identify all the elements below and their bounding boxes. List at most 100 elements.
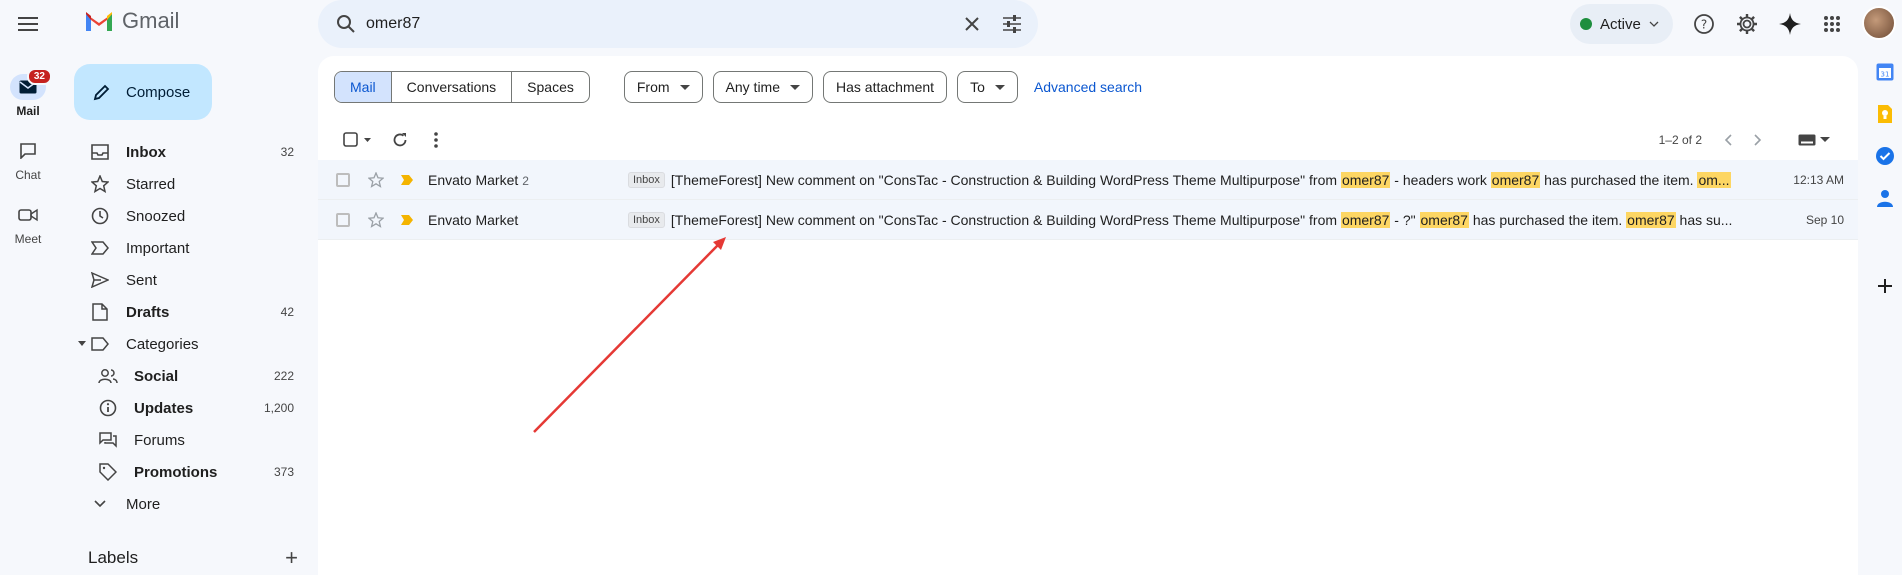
- star-icon: [91, 175, 109, 193]
- advanced-search-link[interactable]: Advanced search: [1034, 79, 1142, 95]
- search-input[interactable]: [366, 15, 952, 33]
- get-addons-button[interactable]: [1873, 274, 1897, 298]
- rail-chat-label: Chat: [15, 168, 41, 182]
- email-subject: [ThemeForest] New comment on "ConsTac - …: [670, 171, 1747, 188]
- sidebar-item-drafts[interactable]: Drafts 42: [62, 296, 312, 328]
- sidebar-item-sent[interactable]: Sent: [62, 264, 312, 296]
- sidebar-item-forums[interactable]: Forums: [62, 424, 312, 456]
- inbox-label-badge[interactable]: Inbox: [628, 211, 665, 228]
- select-all-button[interactable]: [334, 124, 382, 156]
- checkbox-dropdown-icon: [343, 132, 371, 147]
- caret-down-icon: [1820, 137, 1830, 142]
- add-label-button[interactable]: +: [285, 545, 298, 571]
- star-toggle[interactable]: [368, 171, 386, 188]
- sidebar-item-updates[interactable]: Updates 1,200: [62, 392, 312, 424]
- inbox-label-badge[interactable]: Inbox: [628, 171, 665, 188]
- filter-spaces[interactable]: Spaces: [512, 72, 589, 102]
- important-marker-icon: [401, 174, 413, 185]
- filter-to[interactable]: To: [957, 71, 1018, 103]
- sidebar-item-snoozed[interactable]: Snoozed: [62, 200, 312, 232]
- search-options-button[interactable]: [992, 4, 1032, 44]
- tasks-button[interactable]: [1873, 144, 1897, 168]
- sidebar-item-count: 1,200: [263, 401, 294, 415]
- gmail-logo[interactable]: Gmail: [84, 8, 179, 34]
- sidebar-item-categories[interactable]: Categories: [62, 328, 312, 360]
- calendar-button[interactable]: 31: [1873, 60, 1897, 84]
- help-button[interactable]: ?: [1690, 10, 1718, 38]
- sidebar-item-inbox[interactable]: Inbox 32: [62, 136, 312, 168]
- keep-icon: [1878, 105, 1892, 123]
- email-select-checkbox[interactable]: [336, 212, 350, 227]
- input-tools-button[interactable]: [1798, 134, 1830, 146]
- refresh-button[interactable]: [382, 124, 418, 156]
- more-actions-button[interactable]: [418, 124, 454, 156]
- thread-count: 2: [522, 173, 529, 188]
- sidebar-item-label: Starred: [126, 175, 176, 193]
- tune-icon: [1003, 15, 1021, 33]
- email-select-checkbox[interactable]: [336, 172, 350, 187]
- sidebar-item-social[interactable]: Social 222: [62, 360, 312, 392]
- email-row[interactable]: Envato Market 2 Inbox [ThemeForest] New com…: [318, 160, 1858, 200]
- email-sender: Envato Market: [428, 211, 519, 228]
- sidebar-item-starred[interactable]: Starred: [62, 168, 312, 200]
- chat-icon: [20, 143, 36, 159]
- contacts-button[interactable]: [1873, 186, 1897, 210]
- apps-button[interactable]: [1818, 10, 1846, 38]
- forum-icon: [99, 432, 117, 448]
- filter-from[interactable]: From: [623, 71, 703, 103]
- search-filter-chips: Mail Conversations Spaces From Any time …: [334, 71, 1142, 103]
- clear-search-button[interactable]: [952, 4, 992, 44]
- search-button[interactable]: [326, 14, 366, 34]
- caret-down-icon[interactable]: [78, 341, 86, 347]
- rail-meet[interactable]: Meet: [10, 202, 46, 246]
- settings-button[interactable]: [1733, 10, 1761, 38]
- sparkle-icon: [1779, 13, 1801, 35]
- email-date: Sep 10: [1805, 212, 1844, 227]
- side-panel: 31: [1868, 60, 1902, 316]
- sidebar-item-more[interactable]: More: [62, 488, 312, 520]
- email-row[interactable]: Envato Market Inbox [ThemeForest] New comm…: [318, 200, 1858, 240]
- chevron-left-icon[interactable]: [1724, 134, 1732, 146]
- sidebar-item-label: Drafts: [126, 303, 170, 321]
- subject-text: has purchased the item.: [1540, 171, 1698, 188]
- subject-text: has purchased the item.: [1468, 211, 1627, 228]
- email-subject: [ThemeForest] New comment on "ConsTac - …: [671, 211, 1747, 228]
- compose-button[interactable]: Compose: [74, 64, 212, 120]
- label-important-icon: [91, 241, 109, 255]
- subject-text: - ?": [1390, 211, 1420, 228]
- video-icon: [18, 208, 38, 222]
- account-avatar[interactable]: [1862, 6, 1896, 40]
- chevron-down-icon: [94, 500, 106, 508]
- sidebar-item-important[interactable]: Important: [62, 232, 312, 264]
- filter-conversations[interactable]: Conversations: [392, 72, 513, 102]
- svg-text:31: 31: [1881, 71, 1890, 79]
- sidebar-item-count: 373: [273, 465, 294, 479]
- sidebar-item-promotions[interactable]: Promotions 373: [62, 456, 312, 488]
- sidebar-item-label: Promotions: [134, 463, 218, 481]
- svg-text:?: ?: [1701, 18, 1707, 32]
- list-toolbar: 1–2 of 2: [334, 124, 1854, 156]
- keep-button[interactable]: [1873, 102, 1897, 126]
- email-list: Envato Market 2 Inbox [ThemeForest] New com…: [318, 160, 1858, 240]
- tasks-icon: [1876, 147, 1894, 165]
- subject-text: [ThemeForest] New comment on "ConsTac - …: [670, 171, 1341, 188]
- status-selector[interactable]: Active: [1570, 4, 1673, 44]
- filter-has-attachment[interactable]: Has attachment: [823, 71, 948, 103]
- dropdown-icon: [994, 84, 1005, 90]
- star-toggle[interactable]: [368, 211, 386, 228]
- chevron-down-icon: [1649, 21, 1659, 27]
- apps-grid-icon: [1824, 16, 1840, 32]
- dropdown-icon: [790, 84, 801, 90]
- filter-any-time[interactable]: Any time: [712, 71, 814, 103]
- app-title: Gmail: [122, 8, 180, 33]
- gemini-button[interactable]: [1776, 10, 1804, 38]
- chevron-right-icon[interactable]: [1754, 134, 1762, 146]
- main-menu-button[interactable]: [14, 12, 42, 36]
- filter-mail[interactable]: Mail: [335, 72, 392, 102]
- rail-mail[interactable]: 32 Mail: [10, 68, 52, 118]
- importance-marker[interactable]: [400, 214, 416, 226]
- sidebar-item-label: Social: [134, 367, 179, 385]
- importance-marker[interactable]: [400, 174, 416, 186]
- rail-chat[interactable]: Chat: [10, 138, 46, 182]
- page-range: 1–2 of 2: [1658, 133, 1702, 147]
